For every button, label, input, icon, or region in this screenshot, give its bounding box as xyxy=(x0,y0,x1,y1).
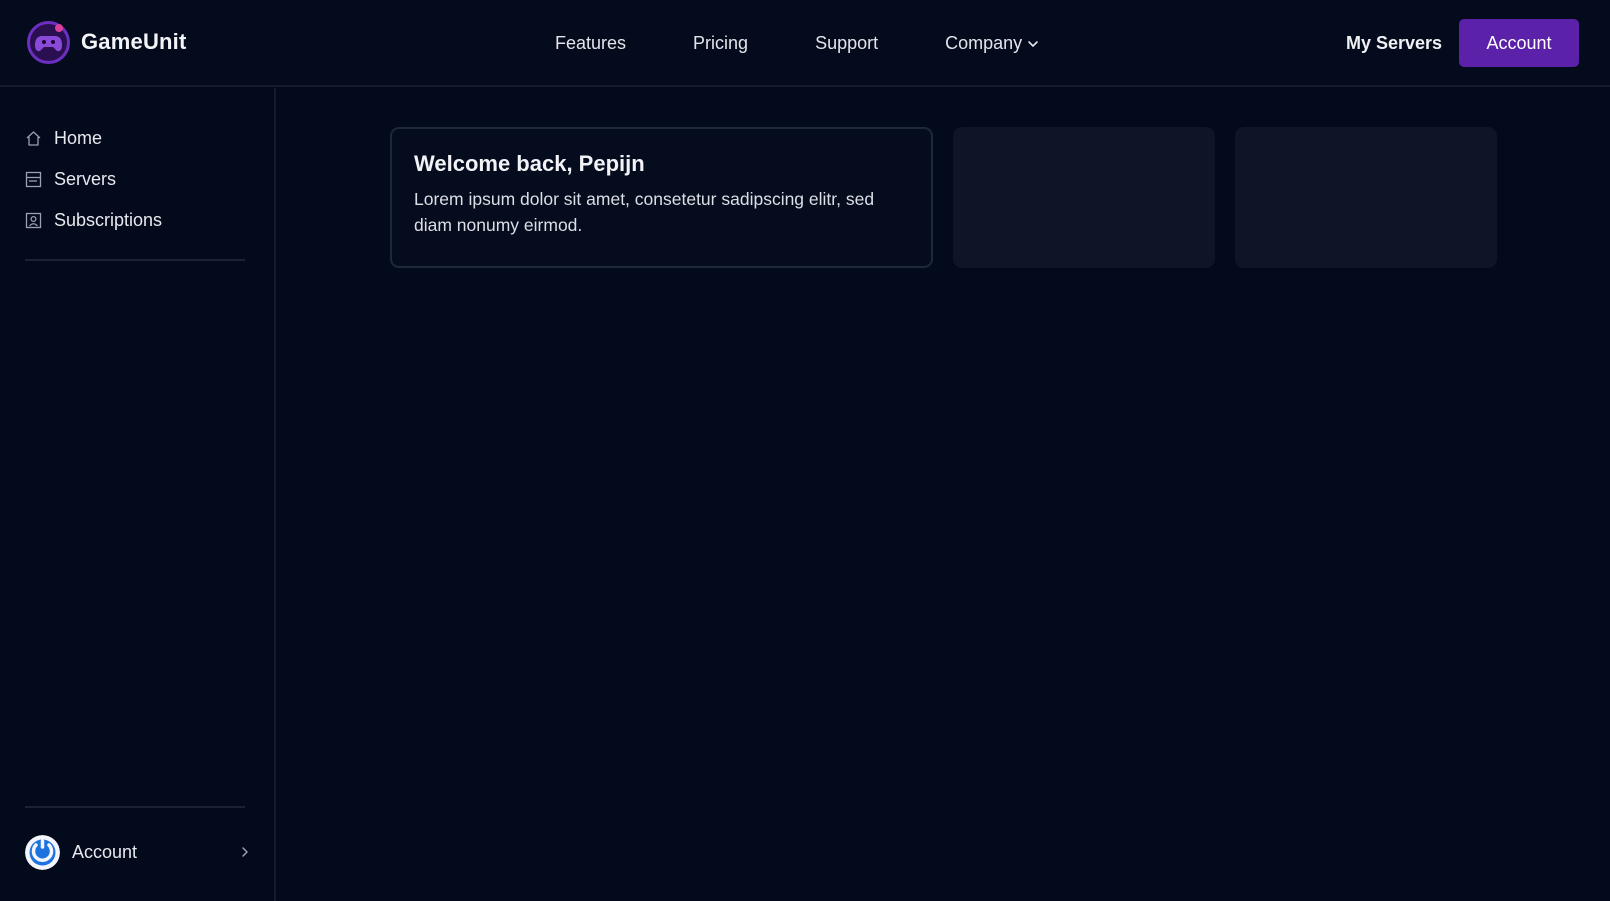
nav-support[interactable]: Support xyxy=(815,33,878,54)
sidebar-item-home[interactable]: Home xyxy=(25,118,245,159)
sidebar-account-label: Account xyxy=(72,841,138,862)
sidebar-item-label: Servers xyxy=(54,169,117,189)
nav-pricing[interactable]: Pricing xyxy=(693,33,748,54)
sidebar-account[interactable]: Account xyxy=(25,834,251,870)
placeholder-card xyxy=(953,127,1215,268)
sidebar-item-label: Subscriptions xyxy=(54,210,163,230)
welcome-card: Welcome back, Pepijn Lorem ipsum dolor s… xyxy=(390,127,933,268)
chevron-right-icon xyxy=(242,847,248,857)
gamepad-logo-icon xyxy=(27,20,70,64)
nav-company[interactable]: Company xyxy=(945,33,1039,54)
sidebar: Home Servers Subscriptions Account xyxy=(0,88,276,901)
main-content: Welcome back, Pepijn Lorem ipsum dolor s… xyxy=(278,88,1610,901)
my-servers-link[interactable]: My Servers xyxy=(1346,33,1442,54)
sidebar-divider xyxy=(25,259,245,261)
subscription-icon xyxy=(25,212,42,229)
nav-company-label: Company xyxy=(945,32,1023,53)
placeholder-card xyxy=(1235,127,1497,268)
sidebar-item-subscriptions[interactable]: Subscriptions xyxy=(25,200,245,241)
top-header: GameUnit Features Pricing Support Compan… xyxy=(0,0,1610,87)
nav-features[interactable]: Features xyxy=(555,33,626,54)
sidebar-divider xyxy=(25,806,245,808)
sidebar-list: Home Servers Subscriptions xyxy=(25,118,245,241)
sidebar-item-servers[interactable]: Servers xyxy=(25,159,245,200)
account-button[interactable]: Account xyxy=(1459,19,1579,67)
home-icon xyxy=(26,131,41,146)
main-nav: Features Pricing Support Company xyxy=(555,30,1039,56)
avatar xyxy=(25,834,60,870)
chevron-down-icon xyxy=(1028,41,1038,47)
brand-name: GameUnit xyxy=(81,29,187,54)
welcome-title: Welcome back, Pepijn xyxy=(414,151,645,176)
server-icon xyxy=(25,171,42,188)
sidebar-item-label: Home xyxy=(54,128,103,148)
brand[interactable]: GameUnit xyxy=(26,20,187,64)
welcome-text: Lorem ipsum dolor sit amet, consetetur s… xyxy=(414,189,875,235)
